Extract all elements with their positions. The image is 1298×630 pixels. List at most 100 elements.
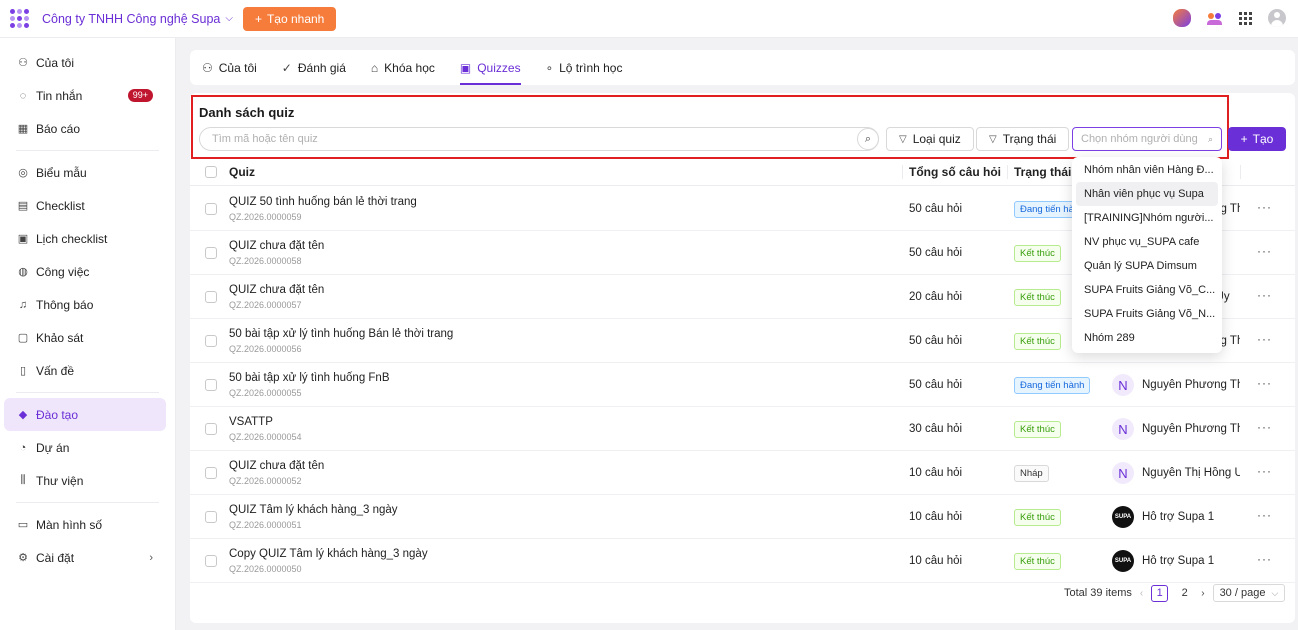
row-checkbox[interactable] bbox=[205, 555, 217, 567]
row-checkbox[interactable] bbox=[205, 203, 217, 215]
dropdown-option[interactable]: SUPA Fruits Giảng Võ_C... bbox=[1076, 278, 1218, 302]
page-2-button[interactable]: 2 bbox=[1176, 585, 1193, 602]
quiz-name[interactable]: VSATTP bbox=[229, 416, 273, 428]
table-row[interactable]: QUIZ Tâm lý khách hàng_3 ngày QZ.2026.00… bbox=[190, 495, 1295, 539]
tab-courses[interactable]: ⌂ Khóa học bbox=[371, 50, 435, 85]
row-checkbox[interactable] bbox=[205, 467, 217, 479]
avatar: SUPA bbox=[1112, 550, 1134, 572]
sidebar-item-messages[interactable]: ◌ Tin nhắn 99+ bbox=[0, 79, 175, 112]
more-actions-icon[interactable]: ··· bbox=[1257, 420, 1272, 434]
sidebar-item-reports[interactable]: ▦ Báo cáo bbox=[0, 112, 175, 145]
dropdown-option[interactable]: Nhóm nhân viên Hàng Đ... bbox=[1076, 158, 1218, 182]
quiz-name[interactable]: QUIZ Tâm lý khách hàng_3 ngày bbox=[229, 504, 398, 516]
quiz-name[interactable]: QUIZ chưa đặt tên bbox=[229, 284, 324, 296]
more-actions-icon[interactable]: ··· bbox=[1257, 288, 1272, 302]
table-row[interactable]: Copy QUIZ Tâm lý khách hàng_3 ngày QZ.20… bbox=[190, 539, 1295, 583]
tab-my[interactable]: ⚇ Của tôi bbox=[202, 50, 257, 85]
sidebar-item-projects[interactable]: ◔ Dự án bbox=[0, 431, 175, 464]
table-row[interactable]: QUIZ chưa đặt tên QZ.2026.0000052 10 câu… bbox=[190, 451, 1295, 495]
status-badge: Kết thúc bbox=[1014, 333, 1061, 350]
more-actions-icon[interactable]: ··· bbox=[1257, 332, 1272, 346]
more-actions-icon[interactable]: ··· bbox=[1257, 244, 1272, 258]
table-row[interactable]: VSATTP QZ.2026.0000054 30 câu hỏi Kết th… bbox=[190, 407, 1295, 451]
quiz-name[interactable]: QUIZ chưa đặt tên bbox=[229, 460, 324, 472]
quiz-name[interactable]: QUIZ 50 tình huống bán lẻ thời trang bbox=[229, 196, 417, 208]
column-header-status[interactable]: Trạng thái bbox=[1014, 165, 1071, 179]
calendar-icon: ▣ bbox=[17, 233, 29, 245]
sidebar-item-issues[interactable]: ▯ Vấn đề bbox=[0, 354, 175, 387]
search-input[interactable] bbox=[200, 133, 878, 145]
quiz-code: QZ.2026.0000050 bbox=[229, 564, 302, 574]
quiz-type-filter-button[interactable]: ▽ Loại quiz bbox=[886, 127, 974, 151]
question-count: 10 câu hỏi bbox=[909, 555, 963, 567]
quiz-name[interactable]: 50 bài tập xử lý tình huống FnB bbox=[229, 372, 390, 384]
more-actions-icon[interactable]: ··· bbox=[1257, 376, 1272, 390]
sidebar-item-label: Khảo sát bbox=[36, 330, 84, 345]
prev-page-icon[interactable]: ‹ bbox=[1140, 588, 1143, 599]
form-icon: ◎ bbox=[18, 167, 28, 179]
dropdown-option[interactable]: NV phục vụ_SUPA cafe bbox=[1076, 230, 1218, 254]
sidebar: ⚇ Của tôi ◌ Tin nhắn 99+ ▦ Báo cáo ◎ Biểu mẫu… bbox=[0, 38, 176, 630]
avatar: N bbox=[1112, 418, 1134, 440]
column-header-quiz[interactable]: Quiz bbox=[229, 165, 255, 179]
search-field[interactable] bbox=[199, 127, 879, 151]
user-avatar-icon[interactable] bbox=[1268, 9, 1286, 27]
quiz-name[interactable]: 50 bài tập xử lý tình huống Bán lẻ thời … bbox=[229, 328, 453, 340]
dropdown-option[interactable]: Nhóm 289 bbox=[1076, 326, 1218, 350]
page-size-value: 30 / page bbox=[1219, 587, 1266, 599]
sidebar-item-training[interactable]: ◆ Đào tạo bbox=[4, 398, 166, 431]
status-badge: Đang tiến hành bbox=[1014, 377, 1091, 394]
tab-evaluation[interactable]: ✓ Đánh giá bbox=[282, 50, 346, 85]
sidebar-item-settings[interactable]: ⚙ Cài đặt › bbox=[0, 541, 175, 574]
quick-create-button[interactable]: + Tạo nhanh bbox=[242, 6, 337, 31]
table-row[interactable]: 50 bài tập xử lý tình huống FnB QZ.2026.… bbox=[190, 363, 1295, 407]
sidebar-item-forms[interactable]: ◎ Biểu mẫu bbox=[0, 156, 175, 189]
sidebar-item-notifications[interactable]: ♫ Thông báo bbox=[0, 288, 175, 321]
bell-icon: ♫ bbox=[18, 298, 28, 311]
row-checkbox[interactable] bbox=[205, 247, 217, 259]
page-1-button[interactable]: 1 bbox=[1151, 584, 1169, 602]
user-group-select[interactable]: Chọn nhóm người dùng ⌕ bbox=[1072, 127, 1222, 151]
dropdown-option[interactable]: Quản lý SUPA Dimsum bbox=[1076, 254, 1218, 278]
sidebar-item-surveys[interactable]: ▢ Khảo sát bbox=[0, 321, 175, 354]
dropdown-option[interactable]: [TRAINING]Nhóm người... bbox=[1076, 206, 1218, 230]
sidebar-item-checklist[interactable]: ▤ Checklist bbox=[0, 189, 175, 222]
apps-grid-icon[interactable] bbox=[10, 8, 30, 29]
more-actions-icon[interactable]: ··· bbox=[1257, 200, 1272, 214]
team-icon[interactable] bbox=[1207, 11, 1223, 25]
row-checkbox[interactable] bbox=[205, 291, 217, 303]
select-all-checkbox[interactable] bbox=[205, 166, 217, 178]
dropdown-option[interactable]: Nhân viên phục vụ Supa bbox=[1076, 182, 1218, 206]
sidebar-item-label: Thư viện bbox=[36, 473, 84, 488]
sidebar-item-label: Thông báo bbox=[36, 297, 94, 312]
page-size-select[interactable]: 30 / page ⌵ bbox=[1212, 584, 1286, 602]
more-actions-icon[interactable]: ··· bbox=[1257, 508, 1272, 522]
filter-label: Loại quiz bbox=[912, 132, 961, 146]
notification-icon[interactable] bbox=[1173, 9, 1191, 27]
tab-learning-path[interactable]: ∘ Lộ trình học bbox=[546, 50, 623, 85]
sidebar-item-checklist-schedule[interactable]: ▣ Lịch checklist bbox=[0, 222, 175, 255]
search-icon[interactable]: ⌕ bbox=[857, 128, 879, 150]
more-actions-icon[interactable]: ··· bbox=[1257, 464, 1272, 478]
company-switcher[interactable]: Công ty TNHH Công nghệ Supa ⌵ bbox=[42, 12, 233, 26]
tab-label: Lộ trình học bbox=[559, 60, 623, 75]
row-checkbox[interactable] bbox=[205, 511, 217, 523]
more-actions-icon[interactable]: ··· bbox=[1257, 552, 1272, 566]
creator-name: Hỗ trợ Supa 1 bbox=[1142, 511, 1215, 523]
sidebar-item-my[interactable]: ⚇ Của tôi bbox=[0, 46, 175, 79]
create-quiz-button[interactable]: + Tạo bbox=[1228, 127, 1286, 151]
row-checkbox[interactable] bbox=[205, 335, 217, 347]
next-page-icon[interactable]: › bbox=[1201, 588, 1204, 599]
sidebar-item-tasks[interactable]: ◍ Công việc bbox=[0, 255, 175, 288]
tab-quizzes[interactable]: ▣ Quizzes bbox=[459, 50, 521, 85]
sidebar-item-library[interactable]: ⫼ Thư viện bbox=[0, 464, 175, 497]
row-checkbox[interactable] bbox=[205, 423, 217, 435]
column-header-total[interactable]: Tổng số câu hỏi bbox=[909, 165, 1001, 179]
quiz-name[interactable]: QUIZ chưa đặt tên bbox=[229, 240, 324, 252]
row-checkbox[interactable] bbox=[205, 379, 217, 391]
dropdown-option[interactable]: SUPA Fruits Giảng Võ_N... bbox=[1076, 302, 1218, 326]
sidebar-item-digital-screen[interactable]: ▭ Màn hình số bbox=[0, 508, 175, 541]
quiz-name[interactable]: Copy QUIZ Tâm lý khách hàng_3 ngày bbox=[229, 548, 428, 560]
grid-icon[interactable] bbox=[1239, 11, 1252, 25]
status-filter-button[interactable]: ▽ Trạng thái bbox=[976, 127, 1070, 151]
